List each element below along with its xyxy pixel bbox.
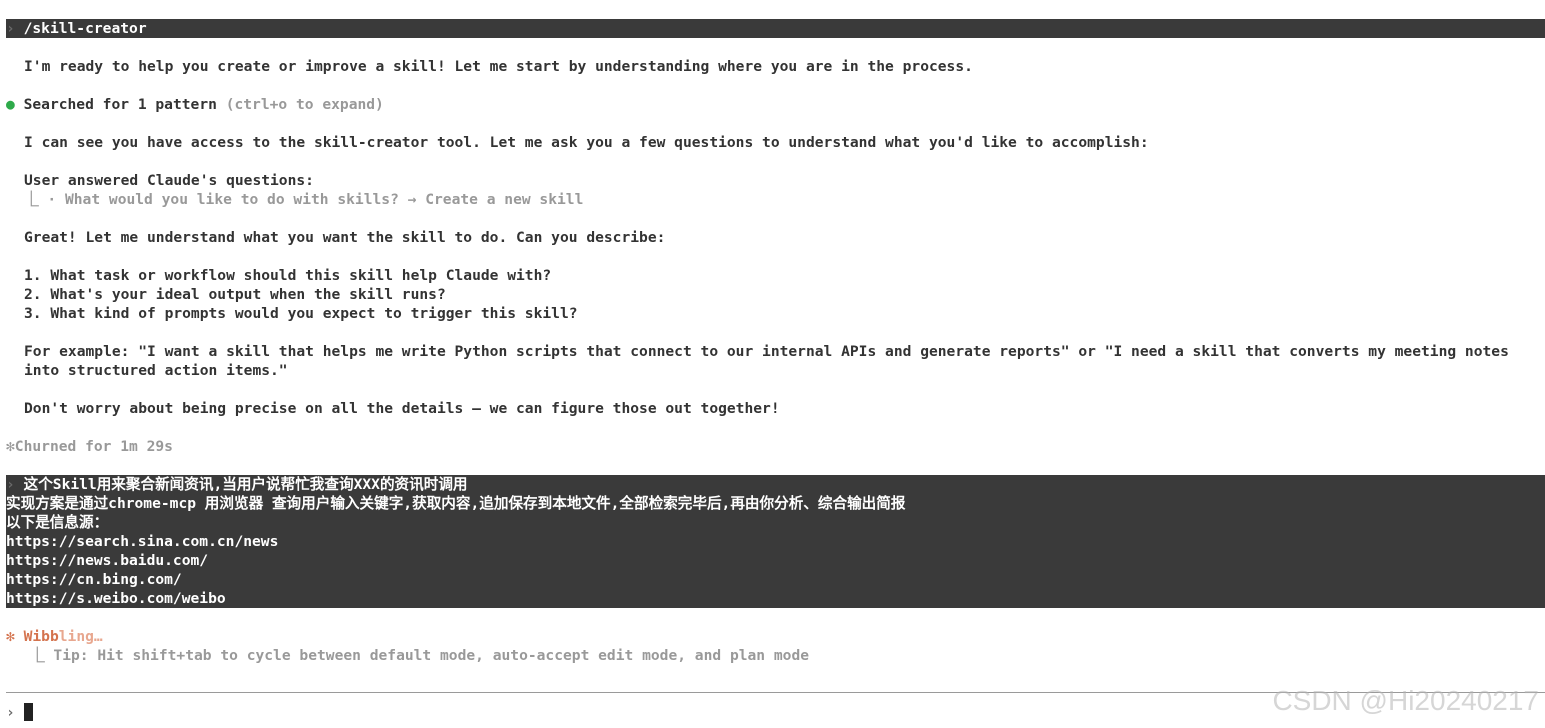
prompt-caret: ›: [6, 20, 15, 37]
tool-call-line[interactable]: ● Searched for 1 pattern (ctrl+o to expa…: [6, 95, 1545, 114]
tip-line: ⎿ Tip: Hit shift+tab to cycle between de…: [6, 646, 1545, 665]
user-input-line: https://search.sina.com.cn/news: [6, 533, 279, 550]
question-2: 2. What's your ideal output when the ski…: [24, 286, 446, 303]
user-input-line: 这个Skill用来聚合新闻资讯,当用户说帮忙我查询XXX的资讯时调用: [23, 476, 468, 493]
status-dot-icon: ●: [6, 96, 15, 113]
command-bar: › /skill-creator: [6, 19, 1545, 38]
slash-command: /skill-creator: [23, 20, 147, 37]
example-line-2: into structured action items.": [24, 362, 288, 379]
tip-text: Tip: Hit shift+tab to cycle between defa…: [53, 647, 810, 664]
input-caret: ›: [6, 704, 15, 721]
user-input-block: › 这个Skill用来聚合新闻资讯,当用户说帮忙我查询XXX的资讯时调用 实现方…: [6, 475, 1545, 608]
question-3: 3. What kind of prompts would you expect…: [24, 305, 578, 322]
status-line: ✻ Wibbling…: [6, 627, 1545, 646]
expand-hint: (ctrl+o to expand): [225, 96, 384, 113]
text-cursor: [23, 703, 33, 721]
user-input-line: https://s.weibo.com/weibo: [6, 590, 226, 607]
example-line-1: For example: "I want a skill that helps …: [24, 343, 1509, 360]
question-1: 1. What task or workflow should this ski…: [24, 267, 552, 284]
answered-heading: User answered Claude's questions:: [24, 172, 314, 189]
access-message: I can see you have access to the skill-c…: [24, 134, 1149, 151]
answer-detail-line: ⎿ · What would you like to do with skill…: [6, 190, 1545, 209]
answer-detail: · What would you like to do with skills?…: [47, 191, 584, 208]
status-word-dim: ling…: [58, 628, 103, 645]
asterisk-icon: ✻: [6, 438, 15, 455]
branch-icon: ⎿: [30, 647, 45, 664]
intro-message: I'm ready to help you create or improve …: [24, 58, 973, 75]
user-input-line: 实现方案是通过chrome-mcp 用浏览器 查询用户输入关键字,获取内容,追加…: [6, 495, 906, 512]
tool-action: Searched for 1 pattern: [23, 96, 217, 113]
spinner-icon: ✻: [6, 628, 15, 645]
status-word-bright: Wibb: [23, 628, 59, 645]
user-input-line: 以下是信息源：: [6, 514, 109, 531]
prompt-caret: ›: [6, 476, 15, 493]
user-input-line: https://cn.bing.com/: [6, 571, 182, 588]
dont-worry-message: Don't worry about being precise on all t…: [24, 400, 780, 417]
churned-line: ✻Churned for 1m 29s: [6, 437, 1545, 456]
churned-text: Churned for 1m 29s: [14, 438, 173, 455]
branch-icon: ⎿: [24, 191, 39, 208]
user-input-line: https://news.baidu.com/: [6, 552, 209, 569]
great-message: Great! Let me understand what you want t…: [24, 229, 666, 246]
watermark: CSDN @Hi20240217: [1272, 685, 1539, 716]
